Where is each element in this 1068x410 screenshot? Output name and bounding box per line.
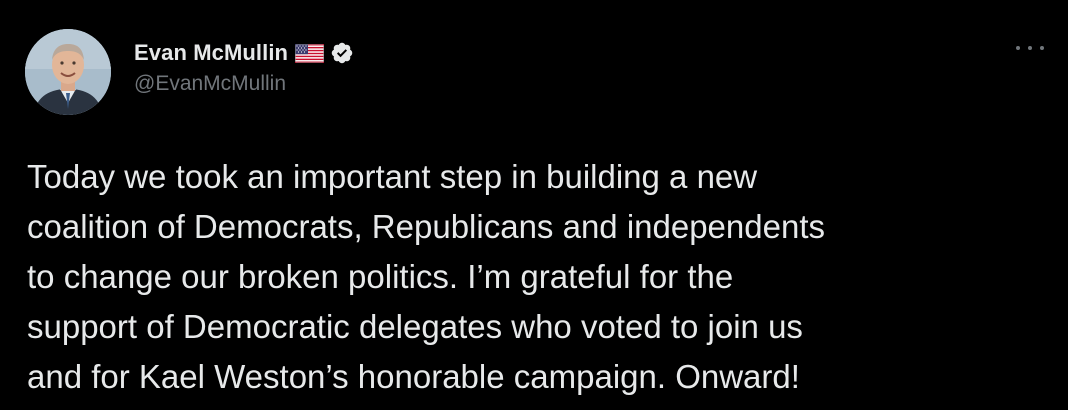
name-row: Evan McMullin bbox=[134, 38, 354, 68]
tweet-text-line: coalition of Democrats, Republicans and … bbox=[27, 208, 825, 245]
avatar[interactable] bbox=[25, 29, 111, 115]
more-options-icon[interactable] bbox=[1016, 38, 1044, 58]
more-dot bbox=[1016, 46, 1020, 50]
more-dot bbox=[1040, 46, 1044, 50]
user-handle[interactable]: @EvanMcMullin bbox=[134, 72, 354, 96]
avatar-image bbox=[25, 29, 111, 115]
display-name[interactable]: Evan McMullin bbox=[134, 40, 288, 66]
tweet-text: Today we took an important step in build… bbox=[27, 152, 1057, 402]
tweet-text-line: to change our broken politics. I’m grate… bbox=[27, 258, 734, 295]
us-flag-icon bbox=[295, 43, 325, 63]
tweet-text-line: support of Democratic delegates who vote… bbox=[27, 308, 803, 345]
verified-badge-icon[interactable] bbox=[330, 41, 354, 65]
tweet-text-line: and for Kael Weston’s honorable campaign… bbox=[27, 358, 800, 395]
tweet-card: Evan McMullin @EvanMcMullin Today we too… bbox=[0, 0, 1068, 410]
tweet-text-line: Today we took an important step in build… bbox=[27, 158, 758, 195]
tweet-header: Evan McMullin @EvanMcMullin bbox=[134, 38, 354, 96]
more-dot bbox=[1028, 46, 1032, 50]
